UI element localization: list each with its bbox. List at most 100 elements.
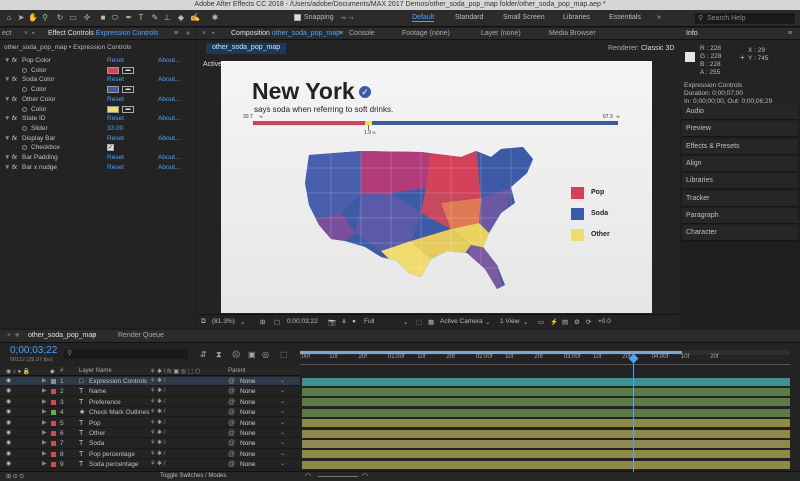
layer-label-color[interactable] <box>51 410 56 416</box>
parent-column[interactable]: Parent <box>228 368 246 374</box>
camera-tool-icon[interactable]: ▭ <box>68 13 78 23</box>
pen-tool-icon[interactable]: ✒ <box>124 13 134 23</box>
layer-duration-bar[interactable] <box>302 388 790 396</box>
about-button[interactable]: About... <box>158 134 180 143</box>
panel-effects-presets[interactable]: Effects & Presets <box>682 138 798 155</box>
close-icon[interactable]: × <box>24 30 28 37</box>
property-row[interactable]: Slider 33.00 <box>0 124 184 133</box>
layer-row[interactable]: ◉ ▶ 3 T Preference ⚘ ✱ / @ None ⌄ <box>0 398 300 408</box>
type-tool-icon[interactable]: T <box>136 13 146 23</box>
layer-label-color[interactable] <box>51 420 56 426</box>
effect-row[interactable]: ▼ fx Other Color Reset About... <box>0 95 184 104</box>
parent-dropdown-arrow-icon[interactable]: ⌄ <box>280 429 285 438</box>
disclosure-triangle-icon[interactable]: ▼ <box>4 56 10 65</box>
layer-row[interactable]: ◉ ▶ 9 T Soda percentage ⚘ ✱ / @ None ⌄ <box>0 460 300 470</box>
fx-icon[interactable]: fx <box>12 56 17 65</box>
layer-switches[interactable]: ⚘ ✱ / <box>150 408 165 417</box>
parent-dropdown-arrow-icon[interactable]: ⌄ <box>280 408 285 417</box>
about-button[interactable]: About... <box>158 75 180 84</box>
parent-dropdown[interactable]: None <box>240 429 256 438</box>
workspace-essentials[interactable]: Essentials <box>609 14 641 21</box>
parent-dropdown-arrow-icon[interactable]: ⌄ <box>280 377 285 386</box>
panel-preview[interactable]: Preview <box>682 121 798 138</box>
reset-button[interactable]: Reset <box>107 56 124 65</box>
effect-row[interactable]: ▼ fx Display Bar Reset About... <box>0 134 184 143</box>
timeline-menu-icon[interactable]: ≡ <box>92 332 96 339</box>
color-swatch[interactable] <box>107 105 119 113</box>
parent-dropdown[interactable]: None <box>240 419 256 428</box>
layer-duration-bar[interactable] <box>302 398 790 407</box>
playhead-line[interactable] <box>633 362 634 472</box>
layer-duration-bar[interactable] <box>302 440 790 448</box>
about-button[interactable]: About... <box>158 95 180 104</box>
eye-icon[interactable]: ◉ <box>6 419 11 428</box>
workspace-overflow-icon[interactable]: » <box>657 14 661 21</box>
disclosure-triangle-icon[interactable]: ▼ <box>4 134 10 143</box>
layer-duration-bar[interactable] <box>302 408 790 417</box>
motion-blur-icon[interactable]: ◎ <box>262 350 269 359</box>
switches-column-icon[interactable]: ⚘ ✱ \ fx ▣ ◎ ⬚ ⬡ <box>150 368 200 375</box>
hand-tool-icon[interactable]: ✋ <box>28 13 38 23</box>
workspace-libraries[interactable]: Libraries <box>563 14 590 21</box>
pick-whip-icon[interactable]: @ <box>228 408 235 417</box>
tab-media-browser[interactable]: Media Browser <box>549 30 596 37</box>
layer-expand-icon[interactable]: ▶ <box>42 429 47 438</box>
layer-switches[interactable]: ⚘ ✱ / <box>150 429 165 438</box>
layer-row[interactable]: ◉ ▶ 6 T Other ⚘ ✱ / @ None ⌄ <box>0 429 300 439</box>
pick-whip-icon[interactable]: @ <box>228 450 235 459</box>
layer-row[interactable]: ◉ ▶ 7 T Soda ⚘ ✱ / @ None ⌄ <box>0 439 300 449</box>
layer-switches[interactable]: ⚘ ✱ / <box>150 439 165 448</box>
layer-switches[interactable]: ⚘ ✱ / <box>150 377 165 386</box>
parent-dropdown-arrow-icon[interactable]: ⌄ <box>280 460 285 469</box>
layer-expand-icon[interactable]: ▶ <box>42 377 47 386</box>
panel-audio[interactable]: Audio <box>682 104 798 120</box>
eyedropper-icon[interactable]: ▬ <box>122 105 134 113</box>
timeline-close-icon[interactable]: × <box>7 332 11 339</box>
panel-menu-icon[interactable]: ≡ <box>174 30 178 37</box>
roto-brush-tool-icon[interactable]: ✍ <box>190 13 200 23</box>
parent-dropdown[interactable]: None <box>240 398 256 407</box>
stopwatch-icon[interactable] <box>22 145 27 151</box>
av-features-icon[interactable]: ◉ ♪ ● 🔒 <box>6 368 30 375</box>
parent-dropdown[interactable]: None <box>240 439 256 448</box>
tab-footage[interactable]: Footage (none) <box>402 30 450 37</box>
reset-button[interactable]: Reset <box>107 114 124 123</box>
layer-label-color[interactable] <box>51 441 56 447</box>
about-button[interactable]: About... <box>158 163 180 172</box>
puppet-tool-icon[interactable]: ✱ <box>210 13 220 23</box>
layer-row[interactable]: ◉ ▶ 8 T Pop percentage ⚘ ✱ / @ None ⌄ <box>0 450 300 460</box>
camera-view-arrow-icon[interactable]: ⌄ <box>485 318 490 326</box>
views-dropdown[interactable]: 1 View <box>500 318 519 325</box>
property-row[interactable]: Color ▬ <box>0 105 184 114</box>
layer-name[interactable]: Check Mark Outlines <box>89 408 149 417</box>
tab-effect-controls[interactable]: Effect Controls Expression Controls <box>48 30 158 37</box>
eye-icon[interactable]: ◉ <box>6 387 11 396</box>
selection-tool-icon[interactable]: ➤ <box>16 13 26 23</box>
disclosure-triangle-icon[interactable]: ▼ <box>4 153 10 162</box>
effect-row[interactable]: ▼ fx Pop Color Reset About... <box>0 56 184 65</box>
composition-viewer[interactable]: New York ✓ says soda when referring to s… <box>221 61 652 313</box>
graph-editor-icon[interactable]: ⬚ <box>280 350 288 359</box>
tab-console[interactable]: Console <box>349 30 375 37</box>
checkbox-control[interactable]: ✓ <box>107 144 114 152</box>
composition-menu-icon[interactable]: ≡ <box>339 30 343 37</box>
pick-whip-icon[interactable]: @ <box>228 377 235 386</box>
info-menu-icon[interactable]: ≡ <box>788 30 792 37</box>
layer-switches[interactable]: ⚘ ✱ / <box>150 460 165 469</box>
parent-dropdown-arrow-icon[interactable]: ⌄ <box>280 439 285 448</box>
layer-label-color[interactable] <box>51 379 56 384</box>
frame-blending-icon[interactable]: ▣ <box>248 350 256 359</box>
layer-switches[interactable]: ⚘ ✱ / <box>150 419 165 428</box>
eye-icon[interactable]: ◉ <box>6 398 11 407</box>
about-button[interactable]: About... <box>158 153 180 162</box>
parent-dropdown-arrow-icon[interactable]: ⌄ <box>280 398 285 407</box>
label-column-icon[interactable]: ◆ <box>50 368 55 375</box>
exposure-value[interactable]: +0.0 <box>598 318 611 325</box>
eye-icon[interactable]: ◉ <box>6 408 11 417</box>
effect-row[interactable]: ▼ fx Soda Color Reset About... <box>0 75 184 84</box>
layer-row[interactable]: ◉ ▶ 2 T Name ⚘ ✱ / @ None ⌄ <box>0 387 300 397</box>
property-row[interactable]: Color ▬ <box>0 85 184 94</box>
layer-expand-icon[interactable]: ▶ <box>42 450 47 459</box>
layer-name[interactable]: Soda percentage <box>89 460 139 469</box>
layer-row[interactable]: ◉ ▶ 4 ★ Check Mark Outlines ⚘ ✱ / @ None ⌄ <box>0 408 300 418</box>
